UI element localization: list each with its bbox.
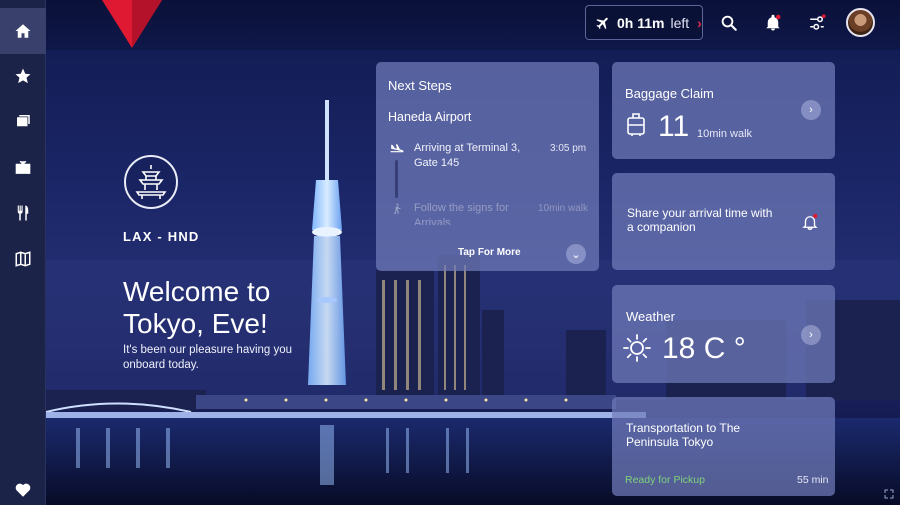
welcome-heading: Welcome to Tokyo, Eve!	[123, 276, 271, 339]
chevron-right-icon[interactable]: ›	[801, 325, 821, 345]
sun-icon	[623, 334, 651, 362]
tap-for-more-button[interactable]: Tap For More	[458, 247, 521, 258]
weather-title: Weather	[626, 309, 675, 324]
heart-icon	[15, 483, 31, 497]
transportation-card[interactable]: Transportation to The Peninsula Tokyo Re…	[612, 397, 835, 496]
star-icon	[15, 68, 31, 84]
flight-time-remaining-button[interactable]: 0h 11m left ›	[585, 5, 703, 40]
destination-emblem	[124, 155, 178, 209]
transportation-title: Transportation to The Peninsula Tokyo	[626, 421, 741, 449]
walking-icon	[394, 203, 401, 214]
pickup-eta: 55 min	[797, 474, 829, 486]
weather-temperature: 18 C °	[662, 332, 746, 365]
search-icon	[721, 15, 737, 31]
baggage-walk-time: 10min walk	[697, 128, 753, 140]
sidebar-item-map[interactable]	[0, 236, 46, 282]
baggage-claim-card[interactable]: Baggage Claim 11 10min walk ›	[612, 62, 835, 159]
expand-icon[interactable]	[884, 489, 894, 499]
sidebar-item-dining[interactable]	[0, 190, 46, 236]
baggage-carousel-number: 11	[658, 110, 690, 143]
chevron-right-icon: ›	[697, 14, 702, 31]
sidebar	[0, 0, 46, 505]
welcome-message: It's been our pleasure having you onboar…	[123, 344, 293, 371]
sidebar-item-movies[interactable]	[0, 98, 46, 144]
next-step-follow-time: 10min walk	[538, 203, 589, 214]
luggage-icon	[627, 113, 645, 136]
next-steps-location: Haneda Airport	[388, 110, 472, 124]
utensils-icon	[17, 205, 29, 221]
bell-icon	[766, 14, 781, 31]
chevron-right-icon[interactable]: ›	[801, 100, 821, 120]
map-icon	[15, 251, 31, 267]
flight-time: 0h 11m	[617, 14, 665, 31]
sidebar-item-tv[interactable]	[0, 145, 46, 191]
next-step-arrival-time: 3:05 pm	[550, 143, 587, 154]
settings-button[interactable]	[803, 9, 831, 37]
share-arrival-card[interactable]: Share your arrival time with a companion	[612, 173, 835, 270]
plane-landing-icon	[390, 144, 404, 153]
home-icon	[15, 24, 31, 38]
next-step-follow-text: Follow the signs for Arrivals	[414, 202, 509, 225]
film-icon	[17, 115, 30, 127]
next-steps-card[interactable]: Next Steps Haneda Airport Arriving at Te…	[376, 62, 599, 271]
sidebar-item-favorites[interactable]	[0, 53, 46, 99]
settings-icon	[810, 14, 826, 30]
search-button[interactable]	[715, 9, 743, 37]
flight-time-suffix: left	[670, 14, 690, 31]
step-progress-line	[395, 160, 398, 198]
bell-icon	[802, 213, 818, 231]
weather-card[interactable]: Weather 18 C ° ›	[612, 285, 835, 383]
notifications-button[interactable]	[759, 9, 787, 37]
chevron-down-icon[interactable]: ⌄	[566, 244, 586, 264]
next-steps-title: Next Steps	[388, 78, 452, 93]
plane-icon	[596, 17, 608, 29]
pagoda-icon	[135, 165, 167, 199]
avatar[interactable]	[846, 8, 875, 37]
baggage-claim-title: Baggage Claim	[625, 86, 714, 101]
tv-icon	[15, 160, 31, 174]
sidebar-item-wellness[interactable]	[0, 467, 46, 505]
pickup-status: Ready for Pickup	[625, 474, 705, 486]
share-arrival-text: Share your arrival time with a companion	[627, 206, 773, 234]
next-step-arrival-text: Arriving at Terminal 3, Gate 145	[414, 142, 521, 169]
flight-route: LAX - HND	[123, 229, 200, 244]
delta-logo	[102, 0, 162, 48]
sidebar-item-home[interactable]	[0, 8, 46, 54]
